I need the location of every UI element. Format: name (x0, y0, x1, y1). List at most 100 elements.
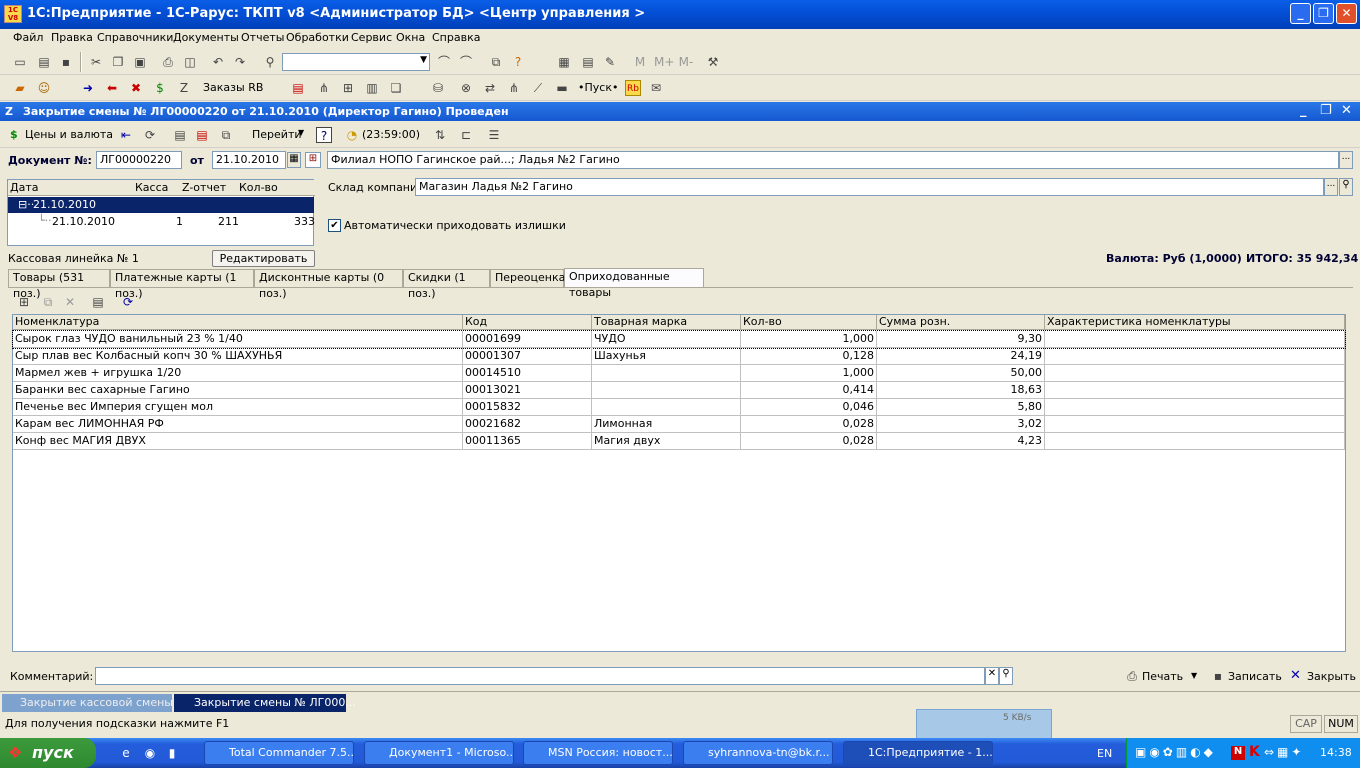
cell-characteristic[interactable] (1045, 331, 1345, 348)
menu-documents[interactable]: Документы (173, 31, 239, 44)
fill-icon[interactable]: ▤ (90, 294, 106, 310)
new-icon[interactable]: ▭ (12, 54, 28, 70)
prices-currency-button[interactable]: Цены и валюта (25, 128, 113, 141)
paste-icon[interactable]: ▣ (132, 54, 148, 70)
cell-qty[interactable]: 1,000 (741, 365, 877, 382)
quicklaunch-icon[interactable]: ▮ (164, 745, 180, 761)
doc-restore-button[interactable]: ❐ (1320, 103, 1332, 118)
calendar-icon[interactable]: ▤ (580, 54, 596, 70)
register-icon[interactable]: ▬ (554, 80, 570, 96)
menu-help[interactable]: Справка (432, 31, 480, 44)
warehouse-field[interactable]: Магазин Ладья №2 Гагино (415, 178, 1324, 196)
browser-icon[interactable]: ◉ (142, 745, 158, 761)
taskbar-item-msn[interactable]: MSN Россия: новост... (523, 741, 673, 765)
table-row[interactable]: Баранки вес сахарные Гагино 00013021 0,414… (13, 382, 1345, 399)
cell-sum[interactable]: 9,30 (877, 331, 1045, 348)
find-next-icon[interactable]: ⌒ (458, 54, 474, 70)
cell-characteristic[interactable] (1045, 416, 1345, 433)
doc-date-field[interactable]: 21.10.2010 (212, 151, 286, 169)
move-icon[interactable]: ⇤ (118, 127, 134, 143)
orders-rb-button[interactable]: Заказы RB (203, 81, 263, 94)
taskbar-item-1c[interactable]: 1С:Предприятие - 1... (843, 741, 993, 765)
sort-icon[interactable]: ⇅ (432, 127, 448, 143)
cell-characteristic[interactable] (1045, 365, 1345, 382)
help-icon[interactable]: ? (510, 54, 526, 70)
cell-brand[interactable]: Магия двух (592, 433, 741, 450)
cell-code[interactable]: 00015832 (463, 399, 592, 416)
cell-code[interactable]: 00001699 (463, 331, 592, 348)
col-header-code[interactable]: Код (463, 315, 592, 330)
search-combo[interactable]: ▼ (282, 53, 430, 71)
open-icon[interactable]: ▤ (36, 54, 52, 70)
binoculars-icon[interactable]: ⊗ (458, 80, 474, 96)
cell-code[interactable]: 00014510 (463, 365, 592, 382)
cell-brand[interactable]: Лимонная (592, 416, 741, 433)
taskbar-item-totalcmd[interactable]: Total Commander 7.5... (204, 741, 354, 765)
cell-qty[interactable]: 1,000 (741, 331, 877, 348)
print-chevron-icon[interactable]: ▼ (1191, 671, 1197, 680)
graph-icon[interactable]: ⟋ (530, 80, 546, 96)
shifts-row[interactable]: └·· 21.10.2010 1 211 333 (8, 214, 315, 230)
cell-characteristic[interactable] (1045, 382, 1345, 399)
table-row[interactable]: Сырок глаз ЧУДО ванильный 23 % 1/40 00001… (12, 330, 1346, 349)
recalc-icon[interactable]: ⟳ (120, 294, 136, 310)
tray-icons[interactable]: ▣◉✿▥◐◆ (1135, 745, 1216, 759)
money-icon[interactable]: $ (152, 80, 168, 96)
calendar-picker-icon[interactable]: ▦ (287, 152, 301, 168)
n-tray-icon[interactable]: N (1231, 746, 1245, 760)
taskbar-item-word[interactable]: Документ1 - Microso... (364, 741, 514, 765)
window-tab-cash-shifts[interactable]: Закрытие кассовой смены (2, 694, 173, 712)
clipboard-icon[interactable]: ✎ (602, 54, 618, 70)
cell-qty[interactable]: 0,046 (741, 399, 877, 416)
cell-sum[interactable]: 5,80 (877, 399, 1045, 416)
comment-field[interactable] (95, 667, 985, 685)
tab-revaluation[interactable]: Переоценка (490, 269, 565, 287)
z-report-icon[interactable]: Z (176, 80, 192, 96)
undo-icon[interactable]: ↶ (210, 54, 226, 70)
cell-qty[interactable]: 0,028 (741, 416, 877, 433)
doc-minimize-button[interactable]: _ (1300, 103, 1307, 118)
docs-icon[interactable]: ❏ (388, 80, 404, 96)
menu-windows[interactable]: Окна (396, 31, 425, 44)
taskbar-item-mail[interactable]: syhrannova-tn@bk.r... (683, 741, 833, 765)
find-prev-icon[interactable]: ⌒ (436, 54, 452, 70)
minimize-button[interactable]: _ (1290, 3, 1311, 24)
memory-plus-icon[interactable]: M+ (654, 54, 674, 70)
warehouse-select-button[interactable]: ... (1324, 178, 1338, 196)
menu-edit[interactable]: Правка (51, 31, 93, 44)
chart-icon[interactable]: ▥ (364, 80, 380, 96)
menu-file[interactable]: Файл (13, 31, 43, 44)
tree2-icon[interactable]: ⋔ (506, 80, 522, 96)
cell-sum[interactable]: 3,02 (877, 416, 1045, 433)
export-icon[interactable]: ⬅ (104, 80, 120, 96)
cell-nomenclature[interactable]: Баранки вес сахарные Гагино (13, 382, 463, 399)
cell-sum[interactable]: 24,19 (877, 348, 1045, 365)
cell-nomenclature[interactable]: Печенье вес Империя сгущен мол (13, 399, 463, 416)
table-row[interactable]: Мармел жев + игрушка 1/20 00014510 1,000 50… (13, 365, 1345, 382)
refresh-icon[interactable]: ⟳ (142, 127, 158, 143)
preview-icon[interactable]: ◫ (182, 54, 198, 70)
hierarchy-icon[interactable]: ⊏ (458, 127, 474, 143)
cell-brand[interactable] (592, 382, 741, 399)
cell-code[interactable]: 00001307 (463, 348, 592, 365)
cell-characteristic[interactable] (1045, 433, 1345, 450)
menu-catalogs[interactable]: Справочники (97, 31, 173, 44)
goto-button[interactable]: Перейти (252, 128, 302, 141)
comment-search-icon[interactable]: ⚲ (999, 667, 1013, 685)
cell-brand[interactable]: ЧУДО (592, 331, 741, 348)
close-doc-button[interactable]: Закрыть (1307, 670, 1356, 683)
cell-sum[interactable]: 4,23 (877, 433, 1045, 450)
maximize-button[interactable]: ❐ (1313, 3, 1334, 24)
window-tab-shift-close[interactable]: Закрытие смены № ЛГ000... (174, 694, 356, 712)
calculator-icon[interactable]: ▦ (556, 54, 572, 70)
cell-brand[interactable] (592, 365, 741, 382)
tab-received-goods[interactable]: Оприходованные товары (564, 268, 704, 299)
col-header-brand[interactable]: Товарная марка (592, 315, 741, 330)
doc-unpost-icon[interactable]: ▤ (194, 127, 210, 143)
memory-minus-icon[interactable]: M- (676, 54, 696, 70)
comment-clear-icon[interactable]: ✕ (985, 667, 999, 685)
cell-qty[interactable]: 0,414 (741, 382, 877, 399)
table-row[interactable]: Карам вес ЛИМОННАЯ РФ 00021682 Лимонная 0,0… (13, 416, 1345, 433)
cell-sum[interactable]: 18,63 (877, 382, 1045, 399)
cut-icon[interactable]: ✂ (88, 54, 104, 70)
